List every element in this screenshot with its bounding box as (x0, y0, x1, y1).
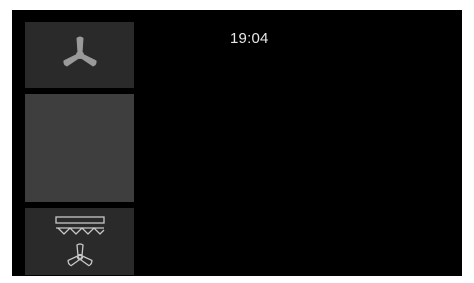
ceiling-vent-fan-icon (54, 215, 105, 266)
fan-icon (62, 36, 97, 67)
device-screen: 19:04 (12, 10, 462, 276)
fan-button[interactable] (25, 22, 134, 88)
clock-time: 19:04 (230, 30, 269, 47)
ceiling-vent-fan-button[interactable] (25, 208, 134, 275)
blank-button[interactable] (25, 94, 134, 202)
